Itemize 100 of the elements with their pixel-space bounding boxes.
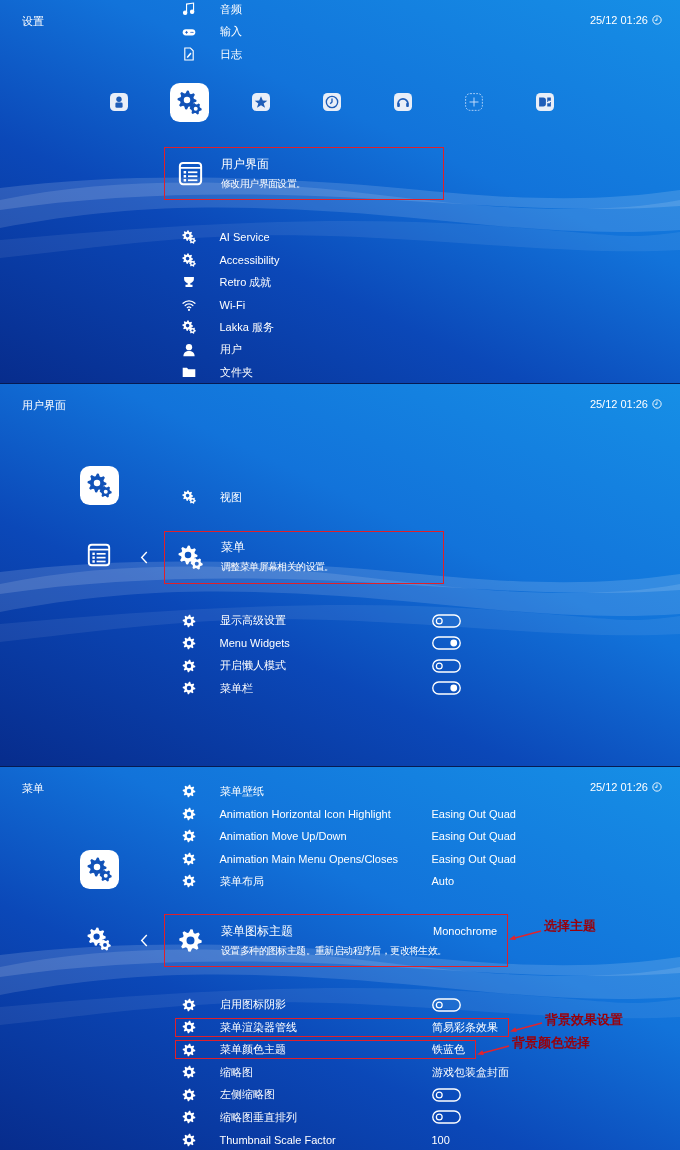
back-chevron-icon[interactable] [140,934,148,948]
menu-item-label[interactable]: Accessibility [219,253,280,266]
gear-icon [181,681,196,696]
setting-value: 铁蓝色 [431,1042,465,1058]
menu-item-label[interactable]: Animation Main Menu Opens/Closes [219,852,432,865]
menu-item-label[interactable]: 输入 [219,24,242,40]
setting-value: Easing Out Quad [431,807,516,820]
selected-item-label[interactable]: 菜单图标主题 [221,923,433,939]
menu-item-label[interactable]: Wi-Fi [219,298,246,311]
console-logo-icon[interactable] [535,93,554,111]
annotation-label: 选择主题 [544,916,597,935]
menu-item-label[interactable]: 文件夹 [219,364,253,380]
item-description: 修改用户界面设置。 [221,176,307,191]
toggle-switch[interactable] [431,997,461,1012]
item-description: 调整菜单屏幕相关的设置。 [221,560,335,575]
gears-icon [181,230,196,245]
toggle-switch[interactable] [431,681,461,696]
item-description: 设置多种的图标主题。重新启动程序后，更改将生效。 [221,943,448,958]
list-icon [178,161,203,186]
gear-icon [181,851,196,866]
music-note-icon [181,2,196,17]
menu-item-label[interactable]: 音频 [219,1,242,17]
document-icon [181,47,196,62]
folder-icon [181,365,196,380]
menu-item-label[interactable]: Animation Horizontal Icon Highlight [219,807,432,820]
gear-icon [181,1065,196,1080]
gears-icon [181,320,196,335]
menu-item-label[interactable]: 菜单颜色主题 [219,1042,432,1058]
toggle-switch[interactable] [431,1110,461,1125]
menu-item-label[interactable]: 菜单渲染器管线 [219,1019,432,1035]
annotation-label: 背景效果设置 [544,1011,623,1030]
clock-icon [652,15,662,25]
gears-icon [178,544,203,570]
toggle-switch[interactable] [431,658,461,673]
menu-item-label[interactable]: 左侧缩略图 [219,1087,432,1103]
clock-time: 25/12 01:26 [589,781,648,794]
gear-icon [181,1110,196,1125]
clock-icon [652,782,662,793]
gears-icon [181,490,196,505]
gear-icon [181,1042,196,1057]
list-icon [87,543,111,568]
history-clock-icon[interactable] [322,93,341,111]
back-chevron-icon[interactable] [140,550,148,564]
selected-item-label[interactable]: 菜单 [221,540,433,556]
menu-item-label[interactable]: 缩略图 [219,1064,432,1080]
trophy-icon [181,275,196,290]
menu-item-label[interactable]: 视图 [219,489,242,505]
menu-item-label[interactable]: 显示高级设置 [219,613,432,629]
menu-item-label[interactable]: Animation Move Up/Down [219,830,432,843]
user-icon [181,342,196,357]
menu-item-label[interactable]: AI Service [219,231,270,244]
headset-icon[interactable] [393,93,412,111]
gear-icon [181,784,196,799]
setting-value: Monochrome [433,924,498,937]
settings-tile-icon[interactable] [80,849,119,889]
menu-item-label[interactable]: 启用图标阴影 [219,997,432,1013]
menu-item-label[interactable]: Thumbnail Scale Factor [219,1133,432,1146]
gear-icon [178,928,203,954]
gear-icon [181,613,196,628]
menu-item-label[interactable]: 菜单栏 [219,680,432,696]
screen-title: 用户界面 [21,397,66,413]
clock-icon [652,398,662,409]
clock-time: 25/12 01:26 [589,14,648,26]
menu-item-label[interactable]: 开启懒人模式 [219,658,432,674]
selected-item-label[interactable]: 用户界面 [221,156,433,172]
gear-icon [181,658,196,673]
menu-item-label[interactable]: 菜单布局 [219,873,432,889]
gear-icon [181,1132,196,1147]
menu-item-label[interactable]: 缩略图垂直排列 [219,1109,432,1125]
menu-item-label[interactable]: 日志 [219,46,242,62]
gear-icon [181,1087,196,1102]
menu-item-label[interactable]: 菜单壁纸 [219,783,264,799]
setting-value: 100 [431,1133,450,1146]
menu-item-label[interactable]: Retro 成就 [219,274,272,290]
gear-icon [181,874,196,889]
setting-value: Easing Out Quad [431,852,516,865]
star-icon[interactable] [251,93,270,111]
annotation-label: 背景颜色选择 [511,1033,590,1052]
gears-icon [87,926,111,951]
gear-icon [181,806,196,821]
menu-item-label[interactable]: 用户 [219,342,242,358]
gear-icon [181,1020,196,1035]
gears-icon [181,252,196,267]
toggle-switch[interactable] [431,613,461,628]
setting-value: Easing Out Quad [431,830,516,843]
settings-tile-icon[interactable] [80,466,119,506]
toggle-switch[interactable] [431,636,461,651]
screen-title: 设置 [21,14,44,29]
gear-icon [181,829,196,844]
wifi-icon [181,297,196,312]
gear-icon [181,636,196,651]
setting-value: 游戏包装盒封面 [431,1064,509,1080]
toggle-switch[interactable] [431,1087,461,1102]
setting-value: Auto [431,875,455,888]
menu-item-label[interactable]: Lakka 服务 [219,319,274,335]
clock-time: 25/12 01:26 [589,397,648,410]
gear-icon [181,997,196,1012]
screen-title: 菜单 [21,781,44,797]
settings-tile-icon[interactable] [170,82,209,122]
menu-item-label[interactable]: Menu Widgets [219,637,432,650]
